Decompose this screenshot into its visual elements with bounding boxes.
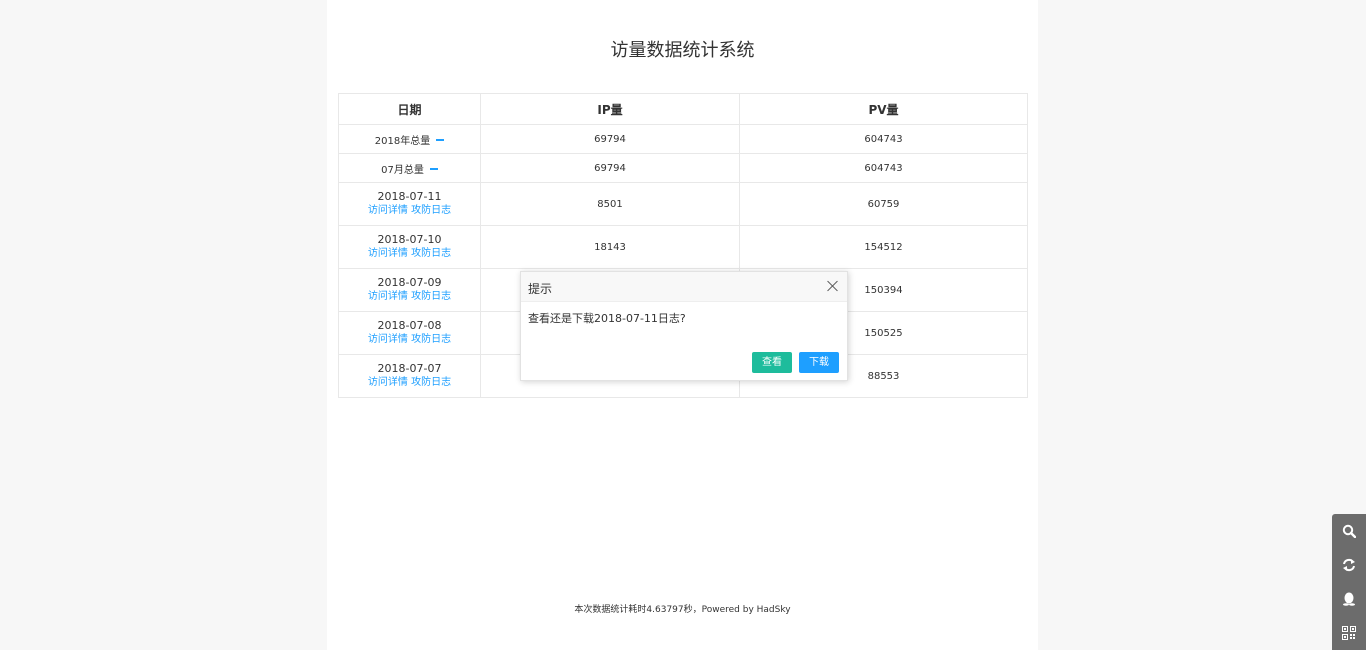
refresh-icon bbox=[1343, 558, 1355, 572]
year-total-label: 2018年总量 bbox=[374, 135, 431, 147]
download-button[interactable]: 下载 bbox=[799, 352, 839, 373]
dialog-message: 查看还是下载2018-07-11日志? bbox=[528, 312, 686, 325]
day-date: 2018-07-11 bbox=[377, 190, 442, 203]
month-total-cell: 07月总量 bbox=[338, 153, 481, 183]
dialog-header: 提示 bbox=[521, 272, 847, 302]
pv-cell: 60759 bbox=[739, 182, 1028, 226]
refresh-button[interactable] bbox=[1332, 548, 1366, 582]
column-header-ip: IP量 bbox=[480, 93, 740, 125]
qrcode-button[interactable] bbox=[1332, 616, 1366, 650]
year-total-pv: 604743 bbox=[739, 124, 1028, 154]
attack-log-link[interactable]: 攻防日志 bbox=[411, 334, 451, 345]
close-icon[interactable] bbox=[827, 280, 839, 292]
day-date: 2018-07-07 bbox=[377, 362, 442, 375]
month-total-ip: 69794 bbox=[480, 153, 740, 183]
qq-button[interactable] bbox=[1332, 582, 1366, 616]
qq-icon bbox=[1343, 592, 1355, 606]
pv-cell: 154512 bbox=[739, 225, 1028, 269]
month-total-pv: 604743 bbox=[739, 153, 1028, 183]
visit-details-link[interactable]: 访问详情 bbox=[368, 377, 408, 388]
attack-log-link[interactable]: 攻防日志 bbox=[411, 205, 451, 216]
table-header-row: 日期 IP量 PV量 bbox=[338, 93, 1028, 125]
column-header-pv: PV量 bbox=[739, 93, 1028, 125]
day-date: 2018-07-09 bbox=[377, 276, 442, 289]
date-cell: 2018-07-07 访问详情 攻防日志 bbox=[338, 354, 481, 398]
attack-log-link[interactable]: 攻防日志 bbox=[411, 248, 451, 259]
footer-text: 本次数据统计耗时4.63797秒，Powered by HadSky bbox=[574, 605, 791, 615]
visit-details-link[interactable]: 访问详情 bbox=[368, 334, 408, 345]
prompt-dialog: 提示 查看还是下载2018-07-11日志? 查看 下载 bbox=[520, 271, 848, 381]
year-total-ip: 69794 bbox=[480, 124, 740, 154]
attack-log-link[interactable]: 攻防日志 bbox=[411, 377, 451, 388]
table-row: 2018-07-10 访问详情 攻防日志 18143 154512 bbox=[338, 225, 1028, 269]
dialog-title: 提示 bbox=[528, 282, 553, 296]
date-cell: 2018-07-08 访问详情 攻防日志 bbox=[338, 311, 481, 355]
year-total-cell: 2018年总量 bbox=[338, 124, 481, 154]
search-icon bbox=[1342, 524, 1356, 538]
collapse-minus-icon[interactable] bbox=[429, 167, 438, 170]
day-date: 2018-07-10 bbox=[377, 233, 442, 246]
qrcode-icon bbox=[1342, 626, 1356, 640]
date-cell: 2018-07-10 访问详情 攻防日志 bbox=[338, 225, 481, 269]
search-button[interactable] bbox=[1332, 514, 1366, 548]
date-cell: 2018-07-11 访问详情 攻防日志 bbox=[338, 182, 481, 226]
visit-details-link[interactable]: 访问详情 bbox=[368, 291, 408, 302]
collapse-minus-icon[interactable] bbox=[436, 138, 445, 141]
day-date: 2018-07-08 bbox=[377, 319, 442, 332]
table-row-year-total: 2018年总量 69794 604743 bbox=[338, 124, 1028, 154]
month-total-label: 07月总量 bbox=[381, 164, 424, 176]
floating-toolbar bbox=[1332, 514, 1366, 650]
table-row-month-total: 07月总量 69794 604743 bbox=[338, 153, 1028, 183]
view-button[interactable]: 查看 bbox=[752, 352, 792, 373]
date-cell: 2018-07-09 访问详情 攻防日志 bbox=[338, 268, 481, 312]
visit-details-link[interactable]: 访问详情 bbox=[368, 205, 408, 216]
column-header-date: 日期 bbox=[338, 93, 481, 125]
ip-cell: 8501 bbox=[480, 182, 740, 226]
ip-cell: 18143 bbox=[480, 225, 740, 269]
visit-details-link[interactable]: 访问详情 bbox=[368, 248, 408, 259]
table-row: 2018-07-11 访问详情 攻防日志 8501 60759 bbox=[338, 182, 1028, 226]
attack-log-link[interactable]: 攻防日志 bbox=[411, 291, 451, 302]
page-title: 访量数据统计系统 bbox=[610, 40, 755, 61]
